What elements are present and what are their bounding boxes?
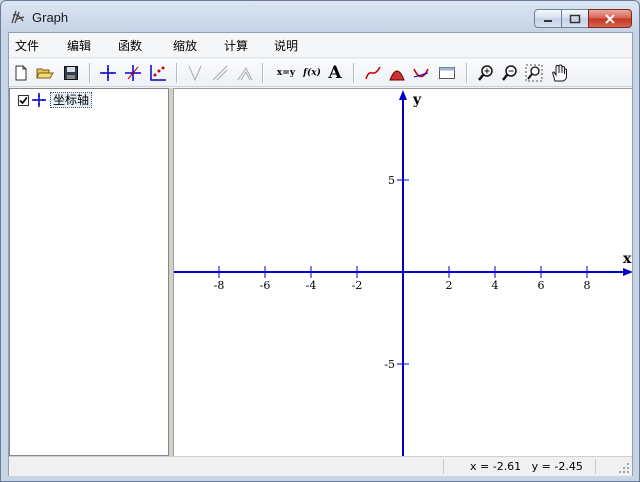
coordinate-plot[interactable]: x y -8 -6 -4 -2 2 4 6 8 5 -5 <box>174 89 632 456</box>
x-tick-label: -6 <box>260 279 271 292</box>
menu-edit[interactable]: 编辑 <box>67 37 91 54</box>
tree-item-axes[interactable]: 坐标轴 <box>18 92 93 108</box>
menu-help[interactable]: 说明 <box>274 37 298 54</box>
x-axis-label: x <box>623 251 632 267</box>
element-tree[interactable]: 坐标轴 <box>9 88 169 456</box>
shade-button <box>210 63 230 83</box>
toolbar: x=y f(x) A <box>9 59 632 87</box>
pan-button[interactable] <box>549 63 569 83</box>
label-box-icon <box>439 67 455 79</box>
zoom-out-button[interactable] <box>500 63 520 83</box>
relation-button <box>235 63 255 83</box>
tangent-icon <box>188 65 202 82</box>
menu-bar: 文件 编辑 函数 缩放 计算 说明 <box>9 33 632 58</box>
y-tick-label: 5 <box>388 174 395 187</box>
menu-file[interactable]: 文件 <box>15 37 39 54</box>
insert-tangent-button[interactable] <box>411 63 431 83</box>
menu-calculate[interactable]: 计算 <box>224 37 248 54</box>
x-tick-label: -2 <box>352 279 363 292</box>
maximize-icon <box>569 14 581 23</box>
maximize-button[interactable] <box>561 9 589 28</box>
graph-area[interactable]: x y -8 -6 -4 -2 2 4 6 8 5 -5 <box>173 88 632 456</box>
minimize-icon <box>544 19 552 22</box>
insert-shading-button[interactable] <box>387 63 407 83</box>
zoom-in-icon <box>478 65 493 81</box>
shading-icon <box>389 70 405 81</box>
text-label: A <box>328 63 342 83</box>
insert-text-button[interactable]: A <box>325 63 345 83</box>
status-bar: x = -2.61 y = -2.45 <box>9 456 632 476</box>
open-folder-icon <box>36 68 54 79</box>
insert-trendline-button[interactable] <box>363 63 383 83</box>
minimize-button[interactable] <box>534 9 562 28</box>
x-tick-label: 4 <box>492 279 499 292</box>
close-icon <box>605 13 615 24</box>
save-button[interactable] <box>61 63 81 83</box>
checkmark-icon <box>19 96 28 104</box>
menu-function[interactable]: 函数 <box>118 37 142 54</box>
menu-zoom[interactable]: 缩放 <box>173 37 197 54</box>
y-axis-arrow <box>399 90 407 100</box>
title-bar[interactable]: Graph <box>1 1 639 33</box>
zoom-in-button[interactable] <box>476 63 496 83</box>
x-axis-arrow <box>623 268 632 276</box>
client-area: 文件 编辑 函数 缩放 计算 说明 x=y f(x) A 坐标轴 x y -8 … <box>8 32 633 476</box>
graph-app-icon <box>11 10 25 24</box>
insert-function-button[interactable]: f(x) <box>301 63 323 83</box>
zoom-out-icon <box>502 65 517 81</box>
new-button[interactable] <box>11 63 31 83</box>
point-series-icon <box>150 65 166 81</box>
hand-pan-icon <box>552 64 567 82</box>
x-tick-label: 6 <box>538 279 545 292</box>
app-window: Graph 文件 编辑 函数 缩放 计算 说明 x=y f(x) A 坐标轴 x… <box>0 0 640 482</box>
zoom-window-button[interactable] <box>524 63 544 83</box>
insert-label-button[interactable] <box>436 63 458 83</box>
relation-icon <box>237 67 253 81</box>
x-tick-label: 8 <box>584 279 591 292</box>
y-axis-label: y <box>412 92 422 108</box>
shade-icon <box>212 65 228 81</box>
axes-function-icon <box>125 65 141 81</box>
insert-equation-button[interactable]: x=y <box>275 63 297 83</box>
insert-axes-button[interactable] <box>98 63 118 83</box>
axes-icon <box>100 65 116 81</box>
y-tick-label: -5 <box>384 358 395 371</box>
new-file-icon <box>15 65 27 81</box>
x-tick-label: -8 <box>214 279 225 292</box>
resize-grip-icon[interactable] <box>618 462 630 474</box>
x-tick-label: 2 <box>446 279 453 292</box>
save-disk-icon <box>64 66 78 80</box>
axes-icon <box>32 93 46 107</box>
axes-visible-checkbox[interactable] <box>18 94 29 106</box>
zoom-window-icon <box>525 64 543 82</box>
cursor-coordinates: x = -2.61 y = -2.45 <box>470 460 583 473</box>
insert-function-axes-button[interactable] <box>123 63 143 83</box>
close-button[interactable] <box>588 9 632 28</box>
tangent-curve-icon <box>413 68 429 78</box>
window-title: Graph <box>32 10 69 25</box>
equation-label: x=y <box>276 68 296 78</box>
tangent-button <box>185 63 205 83</box>
trendline-icon <box>365 66 381 80</box>
insert-point-series-button[interactable] <box>148 63 168 83</box>
open-button[interactable] <box>35 63 55 83</box>
tree-item-label: 坐标轴 <box>50 92 93 108</box>
x-tick-label: -4 <box>306 279 317 292</box>
function-label: f(x) <box>303 68 321 78</box>
